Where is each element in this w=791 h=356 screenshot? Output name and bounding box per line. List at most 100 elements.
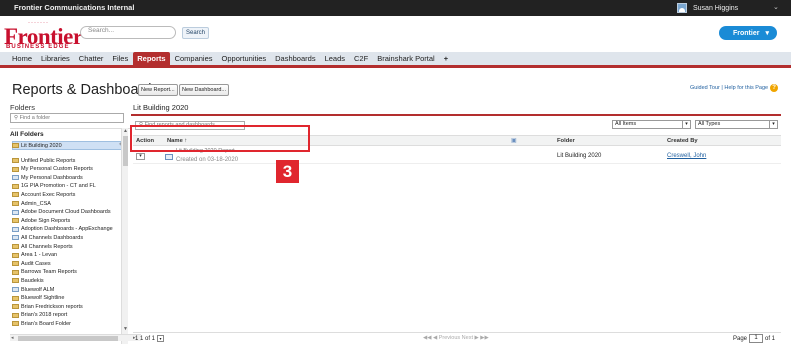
pagination-footer: 1 1 of 1 ▾ ◀◀ ◀ Previous Next ▶ ▶▶ Page … (133, 332, 781, 344)
report-created-by-link[interactable]: Creswell, John (667, 153, 706, 159)
folder-item[interactable]: Brian Fredrickson reports (12, 303, 83, 310)
user-menu[interactable]: Susan Higgins (677, 3, 738, 13)
folder-item[interactable]: Adoption Dashboards - AppExchange (12, 226, 113, 233)
folder-item[interactable]: Unfiled Public Reports (12, 157, 75, 164)
pagination-nav[interactable]: ◀◀ ◀ Previous Next ▶ ▶▶ (423, 335, 489, 341)
folder-item[interactable]: 1G PIA Promotion - CT and FL (12, 183, 96, 190)
folder-label: Audit Cases (21, 260, 51, 267)
row-action-dropdown[interactable]: ▾ (136, 153, 145, 160)
tab-leads[interactable]: Leads (321, 52, 349, 66)
folder-tree-vertical-scrollbar[interactable]: ▲ ▼ (121, 128, 128, 344)
folder-icon (12, 201, 19, 206)
all-folders-label[interactable]: All Folders (10, 131, 44, 138)
org-name: Frontier Communications Internal (14, 3, 135, 12)
folder-item[interactable]: Baudekis (12, 277, 44, 284)
tab-libraries[interactable]: Libraries (37, 52, 74, 66)
help-icon[interactable]: ? (770, 84, 779, 92)
folder-tree: All Folders Lit Building 2020 ✎ Unfiled … (10, 128, 131, 344)
callout-highlight-box (130, 125, 310, 152)
dashboard-folder-icon (12, 209, 19, 215)
folder-label: Adoption Dashboards - AppExchange (21, 226, 113, 233)
folder-item[interactable]: All Channels Dashboards (12, 234, 83, 241)
folder-item[interactable]: Brian's 2018 report (12, 312, 67, 319)
tab-files[interactable]: Files (108, 52, 132, 66)
new-report-button[interactable]: New Report... (138, 84, 178, 96)
user-name[interactable]: Susan Higgins (693, 5, 738, 12)
page-title: Reports & Dashboards (12, 82, 159, 98)
folder-label: Barrows Team Reports (21, 269, 77, 276)
folder-icon (12, 143, 19, 148)
guided-tour-link[interactable]: Guided Tour | Help for this Page (690, 85, 768, 91)
folder-label: My Personal Dashboards (21, 174, 83, 181)
folder-label: Brian's 2018 report (21, 312, 68, 319)
scrollbar-thumb[interactable] (123, 136, 128, 166)
folder-item[interactable]: Admin_CSA (12, 200, 51, 207)
folder-label: Brian Fredrickson reports (21, 303, 83, 310)
types-filter-value: All Types (698, 121, 721, 127)
find-folder-input[interactable]: ⚲ Find a folder (10, 113, 124, 123)
folder-icon (12, 312, 19, 318)
user-avatar-icon (677, 3, 687, 13)
scroll-up-icon[interactable]: ▲ (123, 128, 128, 134)
scroll-down-icon[interactable]: ▼ (123, 326, 128, 332)
record-count: 1 1 of 1 ▾ (135, 335, 165, 342)
tab-companies[interactable]: Companies (171, 52, 217, 66)
items-filter-select[interactable]: All Items ▾ (612, 120, 691, 129)
dashboard-folder-icon (12, 175, 19, 181)
types-filter-select[interactable]: All Types ▾ (695, 120, 778, 129)
folder-tree-horizontal-scrollbar[interactable]: ◂ ▸ (10, 334, 141, 341)
folder-icon (12, 278, 19, 284)
tab-chatter[interactable]: Chatter (75, 52, 108, 66)
column-created-by[interactable]: Created By (667, 138, 698, 144)
folder-item[interactable]: Audit Cases (12, 260, 51, 267)
scrollbar-thumb[interactable] (18, 336, 118, 341)
scroll-left-icon[interactable]: ◂ (11, 335, 14, 341)
folder-item[interactable]: Area 1 - Levan (12, 252, 57, 259)
top-bar: Frontier Communications Internal Susan H… (0, 0, 791, 16)
user-menu-chevron-icon[interactable]: ⌄ (773, 3, 779, 11)
tab-opportunities[interactable]: Opportunities (218, 52, 271, 66)
page-number-input[interactable]: 1 (749, 334, 764, 343)
column-picker-icon[interactable]: ▣ (511, 138, 516, 144)
tab-add[interactable]: + (440, 52, 452, 66)
chevron-down-icon: ▾ (682, 121, 690, 128)
folder-item[interactable]: Brian's Board Folder (12, 320, 71, 327)
column-folder[interactable]: Folder (557, 138, 575, 144)
folder-label: Adobe Sign Reports (21, 217, 71, 224)
folder-item[interactable]: Account Exec Reports (12, 191, 75, 198)
page-of-label: of 1 (765, 335, 776, 342)
folder-item[interactable]: My Personal Dashboards (12, 174, 83, 181)
tab-brainshark-portal[interactable]: Brainshark Portal (373, 52, 439, 66)
frontier-logo[interactable]: ······· Frontier BUSINESS EDGE (4, 20, 83, 50)
folder-item-selected[interactable]: Lit Building 2020 (12, 142, 62, 149)
folder-item[interactable]: My Personal Custom Reports (12, 166, 93, 173)
folder-item[interactable]: Adobe Document Cloud Dashboards (12, 209, 111, 216)
chevron-down-icon: ▾ (769, 121, 777, 128)
global-search-button[interactable]: Search (182, 27, 209, 39)
folder-label: Adobe Document Cloud Dashboards (21, 209, 111, 216)
folder-item[interactable]: Barrows Team Reports (12, 269, 77, 276)
folder-label: Account Exec Reports (21, 191, 76, 198)
tab-dashboards[interactable]: Dashboards (271, 52, 319, 66)
global-search-input[interactable]: Search... (80, 26, 176, 39)
folder-label: Bluewolf Sightline (21, 295, 65, 302)
folder-icon (12, 269, 19, 275)
folder-icon (12, 295, 19, 301)
folder-item[interactable]: Adobe Sign Reports (12, 217, 70, 224)
tab-reports[interactable]: Reports (133, 51, 170, 66)
folder-item[interactable]: Bluewolf Sightline (12, 295, 64, 302)
page-size-dropdown[interactable]: ▾ (157, 335, 165, 342)
guided-tour-help-links[interactable]: Guided Tour | Help for this Page ? (690, 84, 779, 92)
folder-item[interactable]: Bluewolf ALM (12, 286, 54, 293)
app-switcher-button[interactable]: Frontier ▾ (719, 26, 777, 40)
folder-item[interactable]: All Channels Reports (12, 243, 73, 250)
dashboard-folder-icon (12, 235, 19, 241)
folder-label: My Personal Custom Reports (21, 166, 93, 173)
tab-c2f[interactable]: C2F (350, 52, 372, 66)
folder-icon (12, 192, 19, 198)
folder-label: Baudekis (21, 277, 44, 284)
tab-home[interactable]: Home (8, 52, 36, 66)
dashboard-folder-icon (12, 287, 19, 292)
new-dashboard-button[interactable]: New Dashboard... (179, 84, 230, 96)
folder-label: All Channels Reports (21, 243, 73, 250)
